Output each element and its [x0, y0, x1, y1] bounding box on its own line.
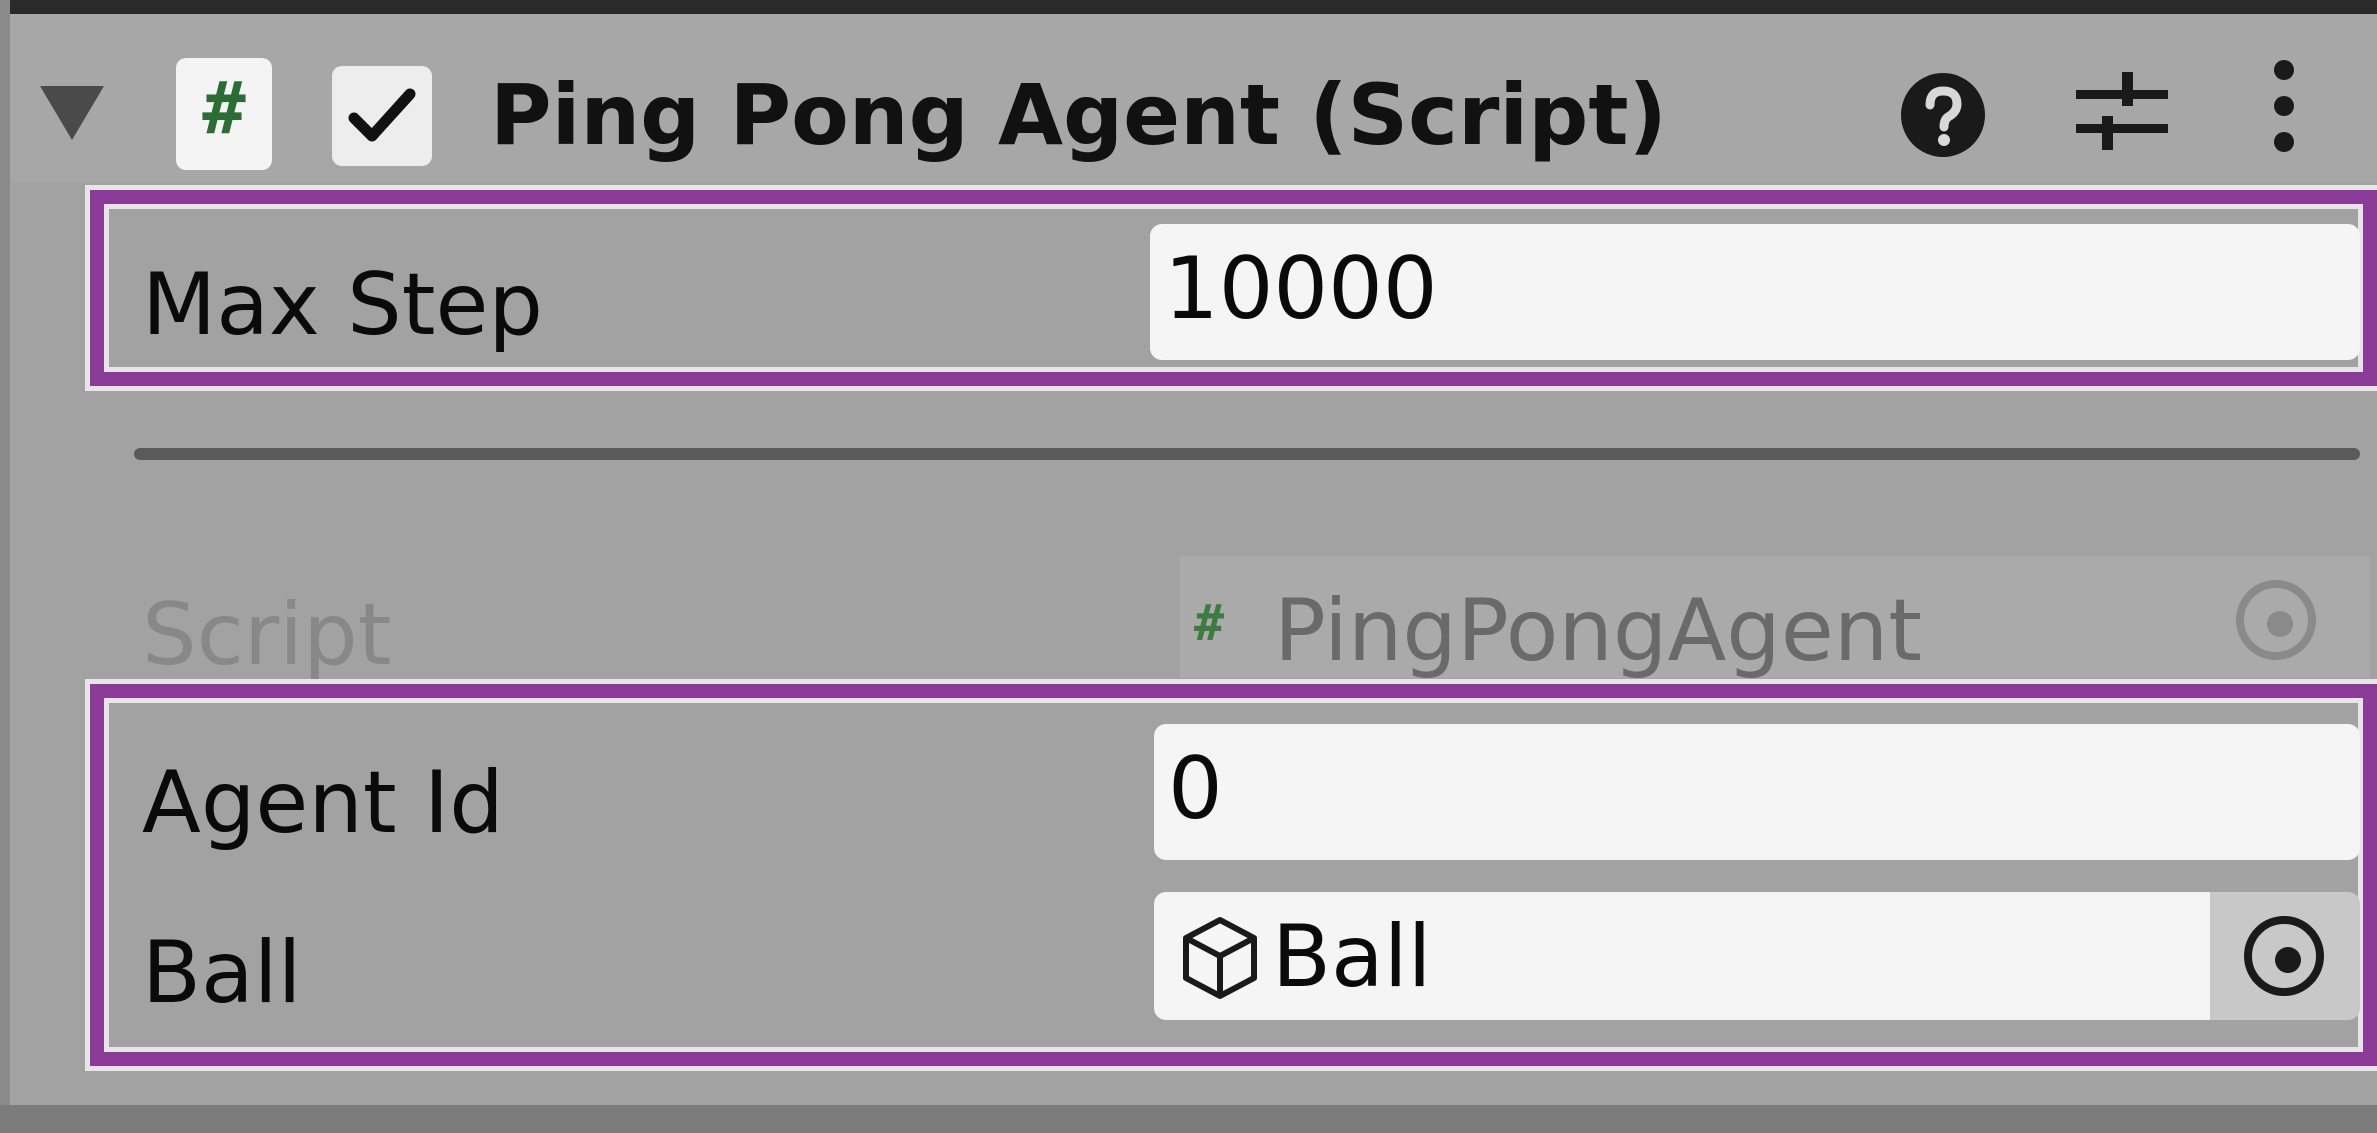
foldout-arrow-icon[interactable] [40, 86, 104, 140]
script-field-value: PingPongAgent [1274, 581, 1923, 678]
script-label: Script [142, 585, 392, 685]
script-icon: # [176, 58, 272, 170]
script-icon-glyph: # [202, 66, 246, 150]
ball-object-picker[interactable] [2210, 892, 2360, 1020]
checkmark-icon [348, 88, 416, 142]
ball-value: Ball [1272, 907, 1432, 1007]
context-menu-icon[interactable] [2264, 56, 2304, 156]
component-enabled-checkbox[interactable] [332, 66, 432, 166]
max-step-field[interactable]: 10000 [1150, 224, 2360, 360]
agent-id-value: 0 [1168, 739, 1223, 839]
window-left-edge [0, 0, 10, 1133]
max-step-label: Max Step [142, 255, 543, 355]
component-title: Ping Pong Agent (Script) [490, 66, 1667, 164]
inspector-bottom-edge [0, 1105, 2377, 1133]
ball-object-field[interactable]: Ball [1154, 892, 2210, 1020]
object-picker-icon[interactable] [2244, 916, 2324, 996]
help-icon[interactable] [1900, 72, 1986, 158]
presets-icon[interactable] [2072, 64, 2172, 156]
script-field-icon: # [1194, 594, 1225, 652]
script-object-picker-icon [2236, 580, 2316, 660]
max-step-value: 10000 [1164, 239, 1438, 339]
agent-id-label: Agent Id [142, 753, 504, 853]
component-header[interactable]: # Ping Pong Agent (Script) [10, 14, 2377, 182]
script-field: # PingPongAgent [1180, 556, 2370, 678]
agent-id-field[interactable]: 0 [1154, 724, 2360, 860]
ball-label: Ball [142, 923, 302, 1023]
cube-icon [1183, 917, 1257, 999]
section-separator [134, 448, 2360, 460]
window-top-edge [0, 0, 2377, 14]
